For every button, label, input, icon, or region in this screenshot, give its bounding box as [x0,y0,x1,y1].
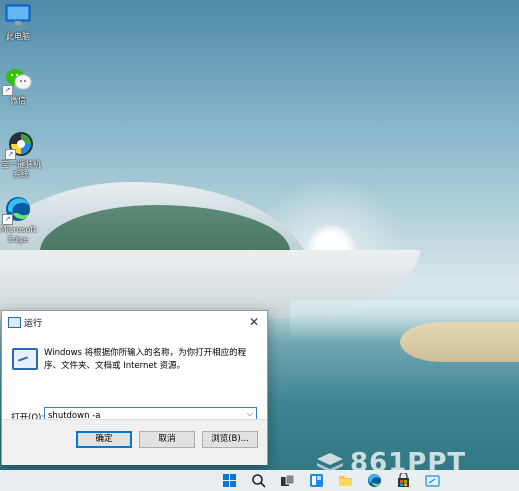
dialog-title: 运行 [24,319,43,329]
taskbar [0,470,519,491]
cancel-button[interactable]: 取消 [139,431,195,448]
installer-icon: ↗ [5,130,35,160]
desktop-icon-label: 此电脑 [6,32,30,41]
desktop-icon-edge[interactable]: ↗ Microsoft Edge [0,195,40,245]
shortcut-arrow-icon: ↗ [5,149,16,160]
widgets-icon[interactable] [309,473,324,488]
run-program-icon [12,348,38,370]
edge-icon: ↗ [2,195,32,225]
desktop-icon-wechat[interactable]: ↗ 微信 [0,66,40,106]
dialog-description: Windows 将根据你所输入的名称，为你打开相应的程序、文件夹、文档或 Int… [44,348,247,371]
start-icon[interactable] [222,473,237,488]
search-icon[interactable] [251,473,266,488]
desktop-icon-label: 宝一键装机系统 [1,160,41,179]
dialog-footer: 确定 取消 浏览(B)... [2,419,267,465]
shortcut-arrow-icon: ↗ [2,85,13,96]
task-view-icon[interactable] [280,473,295,488]
chevron-down-icon[interactable]: ⌵ [247,409,253,419]
desktop-icon-this-pc[interactable]: 此电脑 [0,2,40,42]
browse-button[interactable]: 浏览(B)... [202,431,258,448]
run-icon [8,317,21,328]
dialog-titlebar[interactable]: 运行 ✕ [2,311,267,333]
monitor-icon [4,2,32,30]
shortcut-arrow-icon: ↗ [2,214,13,225]
desktop-icon-installer[interactable]: ↗ 宝一键装机系统 [0,130,44,180]
edge-icon[interactable] [367,473,382,488]
sandbar [400,322,519,362]
close-button[interactable]: ✕ [241,311,267,333]
desktop-icon-label: Microsoft Edge [0,225,37,244]
dialog-body: Windows 将根据你所输入的名称，为你打开相应的程序、文件夹、文档或 Int… [2,333,267,424]
run-dialog: 运行 ✕ Windows 将根据你所输入的名称，为你打开相应的程序、文件夹、文档… [1,310,268,465]
run-icon[interactable] [425,473,440,488]
desktop-icon-label: 微信 [10,96,26,105]
store-icon[interactable] [396,473,411,488]
ok-button[interactable]: 确定 [76,431,132,448]
file-explorer-icon[interactable] [338,473,353,488]
wechat-icon: ↗ [2,66,32,96]
